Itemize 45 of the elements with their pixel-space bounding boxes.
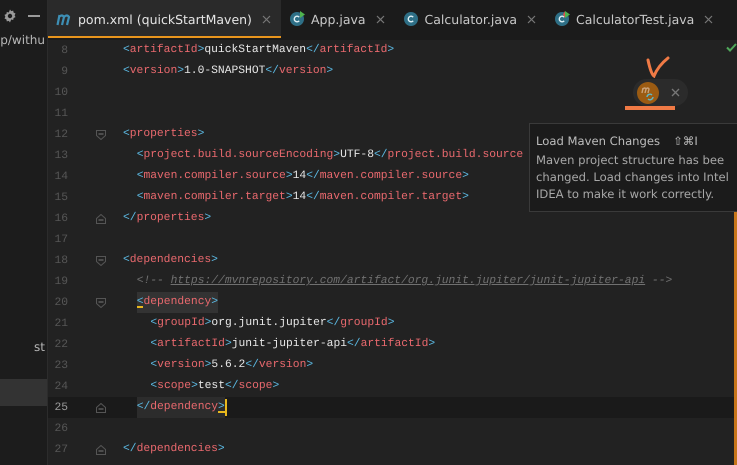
code-line: <version>5.6.2</version> bbox=[150, 358, 314, 373]
line-number: 25 bbox=[53, 402, 68, 414]
code-line: <groupId>org.junit.jupiter</groupId> bbox=[150, 316, 394, 331]
class-icon bbox=[402, 11, 419, 27]
test-class-icon bbox=[554, 11, 570, 27]
fold-marker-icon[interactable] bbox=[96, 130, 106, 140]
code-line: <artifactId>junit-jupiter-api</artifactId> bbox=[150, 336, 436, 352]
code-line: <scope>test</scope> bbox=[150, 378, 280, 394]
settings-icon[interactable] bbox=[3, 9, 17, 23]
editor-tab[interactable]: pom.xml (quickStartMaven) bbox=[48, 0, 281, 38]
fold-marker-icon[interactable] bbox=[96, 444, 106, 454]
close-icon[interactable] bbox=[671, 88, 680, 97]
maven-reload-icon[interactable] bbox=[637, 82, 659, 104]
code-line: </dependencies> bbox=[123, 442, 225, 457]
code-line: <!-- https://mvnrepository.com/artifact/org.junit.jupiter/junit-jupiter-api --> bbox=[136, 274, 672, 289]
editor-tab[interactable]: CalculatorTest.java bbox=[546, 0, 724, 38]
editor-tab[interactable]: Calculator.java bbox=[394, 0, 546, 38]
fold-marker-icon[interactable] bbox=[96, 298, 106, 308]
close-icon[interactable] bbox=[527, 14, 536, 24]
code-line: </properties> bbox=[123, 210, 212, 226]
checkmark-icon bbox=[726, 43, 737, 52]
fold-marker-icon[interactable] bbox=[96, 402, 106, 412]
code-line: <artifactId>quickStartMaven</artifactId> bbox=[123, 42, 394, 58]
code-line: <version>1.0-SNAPSHOT</version> bbox=[123, 64, 334, 79]
annotation-underline bbox=[625, 106, 675, 110]
class-run-icon bbox=[288, 11, 305, 27]
close-icon[interactable] bbox=[376, 14, 385, 24]
code-line: <maven.compiler.target>14</maven.compiler.target> bbox=[136, 190, 469, 205]
code-line: <dependencies> bbox=[123, 252, 218, 268]
editor-tab[interactable]: App.java bbox=[280, 0, 395, 38]
sidebar-item[interactable]: st bbox=[0, 337, 47, 357]
tooltip-text: changed. Load changes into Intel bbox=[536, 169, 730, 186]
shortcut-hint: ⇧⌘I bbox=[673, 133, 698, 150]
annotation-tick-drawing bbox=[646, 56, 670, 78]
code-line: <maven.compiler.source>14</maven.compiler.source> bbox=[136, 168, 469, 184]
tooltip-text: IDEA to make it work correctly. bbox=[536, 186, 716, 203]
tooltip-text: Maven project structure has bee bbox=[536, 152, 726, 169]
code-line: <project.build.sourceEncoding>UTF-8</project.build.source bbox=[136, 148, 524, 163]
close-icon[interactable] bbox=[262, 14, 271, 24]
code-line: <properties> bbox=[123, 126, 204, 142]
fold-marker-icon[interactable] bbox=[96, 214, 106, 224]
fold-marker-icon[interactable] bbox=[96, 256, 106, 266]
close-icon[interactable] bbox=[704, 14, 714, 24]
tooltip-title: Load Maven Changes bbox=[536, 133, 660, 150]
sidebar-item[interactable]: p/withu bbox=[0, 30, 47, 50]
